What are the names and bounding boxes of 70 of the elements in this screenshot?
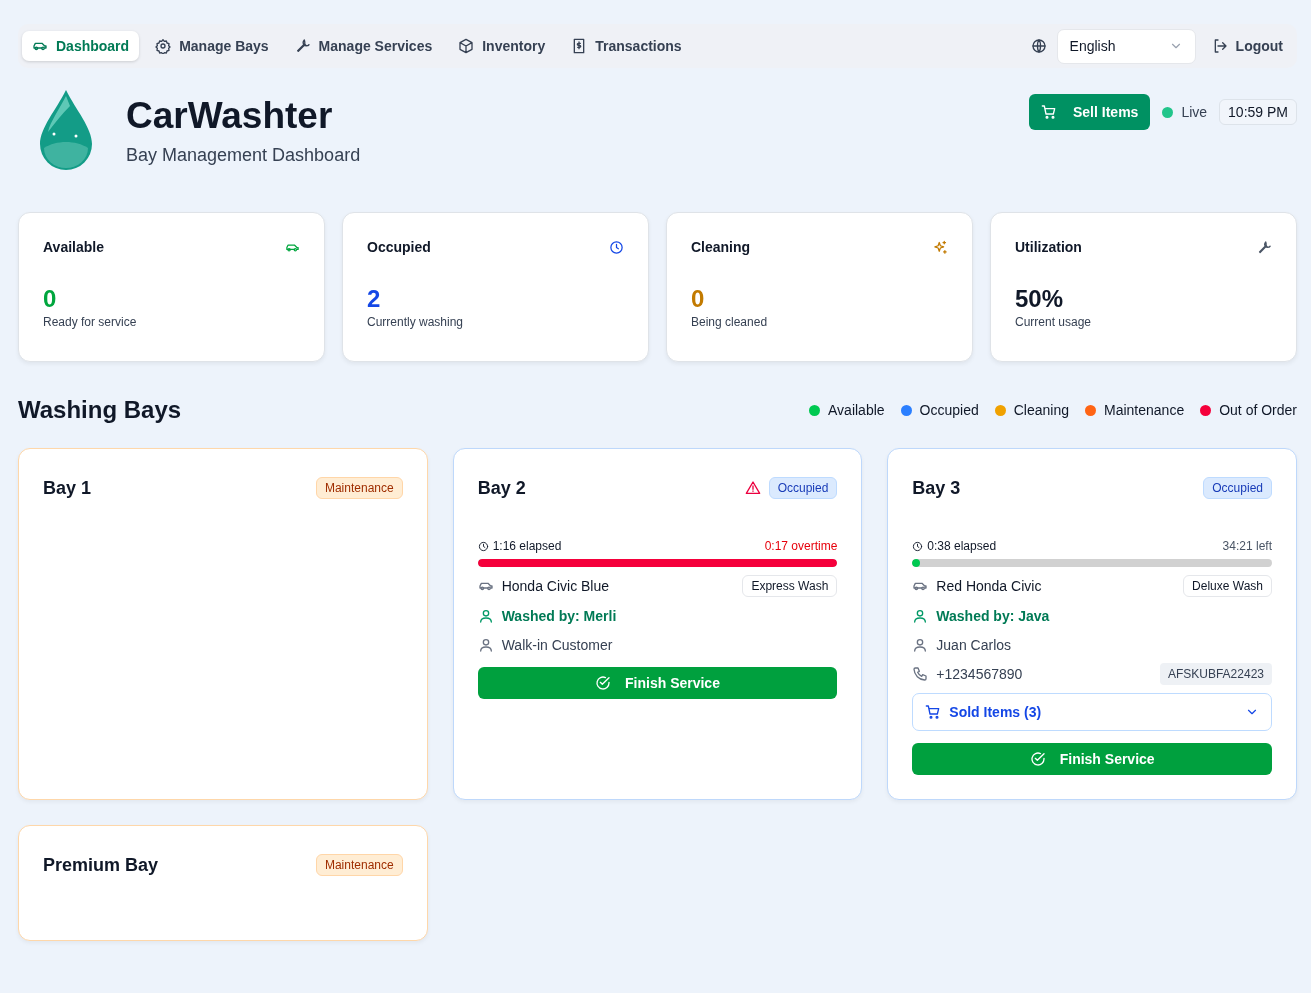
section-title: Washing Bays	[18, 396, 182, 424]
stat-caption: Being cleaned	[691, 315, 769, 329]
person-icon	[477, 607, 494, 624]
sparkles-icon	[933, 239, 948, 255]
elapsed-time: 0:38 elapsed	[912, 539, 997, 553]
status-badge: Occupied	[768, 477, 838, 499]
logout-button[interactable]: Logout	[1205, 32, 1289, 60]
remaining-time: 34:21 left	[1222, 539, 1272, 553]
nav-tab[interactable]: Manage Bays	[145, 31, 279, 61]
phone-icon	[912, 666, 929, 682]
cart-icon	[1041, 104, 1057, 120]
stat-value: 2	[367, 285, 382, 313]
person-icon	[477, 636, 494, 653]
status-badge: Occupied	[1203, 477, 1272, 499]
bay-name: Bay 2	[477, 477, 526, 499]
globe-icon	[1030, 38, 1047, 54]
stat-value: 50%	[1015, 285, 1065, 313]
person-icon	[912, 607, 929, 624]
bay-name: Bay 3	[912, 477, 961, 499]
remaining-time: 0:17 overtime	[764, 539, 838, 553]
nav-tab[interactable]: Inventory	[448, 31, 556, 61]
clock-icon	[477, 540, 489, 552]
nav-tab[interactable]: Dashboard	[22, 31, 140, 61]
customer-name: Juan Carlos	[912, 636, 1012, 653]
stat-title: Cleaning	[691, 239, 751, 255]
phone-number: +1234567890	[912, 666, 1023, 682]
service-tag: Deluxe Wash	[1183, 575, 1272, 597]
wrench-icon	[294, 38, 311, 54]
vehicle-name: Honda Civic Blue	[477, 578, 610, 594]
bay-name: Premium Bay	[43, 854, 159, 876]
app-subtitle: Bay Management Dashboard	[126, 144, 361, 166]
washer-name: Washed by: Java	[912, 607, 1050, 624]
stat-caption: Currently washing	[367, 315, 465, 329]
legend-label: Available	[828, 402, 885, 418]
live-indicator-dot	[1162, 106, 1174, 118]
person-icon	[912, 636, 929, 653]
elapsed-time: 1:16 elapsed	[477, 539, 562, 553]
customer-name: Walk-in Customer	[477, 636, 613, 653]
plate-code: AFSKUBFA22423	[1159, 663, 1272, 685]
service-tag: Express Wash	[742, 575, 838, 597]
status-badge: Maintenance	[315, 854, 403, 876]
clock-icon	[912, 540, 924, 552]
legend-label: Maintenance	[1104, 402, 1185, 418]
vehicle-name: Red Honda Civic	[912, 578, 1042, 594]
sell-items-button[interactable]: Sell Items	[1029, 94, 1151, 130]
gear-icon	[155, 38, 172, 54]
nav-tab[interactable]: Transactions	[561, 31, 692, 61]
stat-title: Available	[43, 239, 104, 255]
cart-icon	[925, 704, 942, 720]
washer-name: Washed by: Merli	[477, 607, 617, 624]
stat-value: 0	[43, 285, 58, 313]
status-badge: Maintenance	[315, 477, 403, 499]
stat-value: 0	[691, 285, 706, 313]
stat-caption: Current usage	[1015, 315, 1093, 329]
legend-label: Out of Order	[1219, 402, 1297, 418]
wrench-icon	[1257, 239, 1272, 255]
clock-time: 10:59 PM	[1219, 99, 1297, 125]
live-label: Live	[1181, 104, 1208, 120]
stat-title: Utilization	[1015, 239, 1082, 255]
stat-caption: Ready for service	[43, 315, 138, 329]
nav-tab[interactable]: Manage Services	[284, 31, 443, 61]
sold-items-toggle[interactable]: Sold Items (3)	[912, 693, 1272, 731]
legend-label: Cleaning	[1013, 402, 1069, 418]
box-icon	[458, 38, 475, 54]
app-title: CarWashter	[126, 94, 334, 137]
stat-title: Occupied	[367, 239, 431, 255]
legend-label: Occupied	[919, 402, 979, 418]
clock-icon	[609, 239, 624, 255]
language-select[interactable]: English	[1056, 28, 1196, 64]
bay-name: Bay 1	[43, 477, 92, 499]
